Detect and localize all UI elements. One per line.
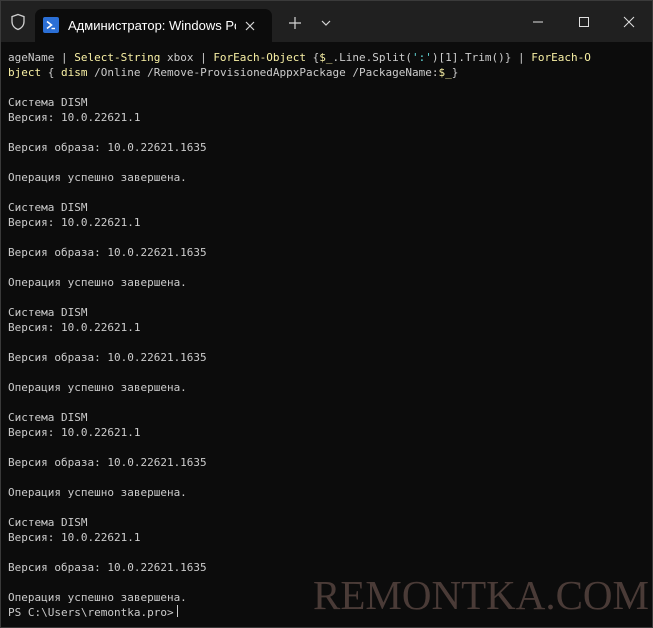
prompt-text: PS C:\Users\remontka.pro> <box>8 606 174 619</box>
shield-icon <box>10 13 26 31</box>
output-line: Версия: 10.0.22621.1 <box>8 321 141 334</box>
output-line: Система DISM <box>8 96 88 109</box>
command-line-2: bject { dism /Online /Remove-Provisioned… <box>8 66 459 79</box>
output-line: Операция успешно завершена. <box>8 381 187 394</box>
minimize-button[interactable] <box>515 1 560 42</box>
output-line: Операция успешно завершена. <box>8 276 187 289</box>
output-line: Система DISM <box>8 411 88 424</box>
output-line: Версия образа: 10.0.22621.1635 <box>8 351 207 364</box>
minimize-icon <box>533 21 543 23</box>
console-output[interactable]: ageName | Select-String xbox | ForEach-O… <box>1 42 652 627</box>
watermark: REMONTKA.COM <box>313 572 649 618</box>
prompt-line[interactable]: PS C:\Users\remontka.pro> <box>8 605 178 620</box>
maximize-icon <box>579 17 589 27</box>
output-line: Система DISM <box>8 201 88 214</box>
text-cursor <box>176 605 178 617</box>
close-button[interactable] <box>606 1 651 42</box>
output-line: Версия: 10.0.22621.1 <box>8 426 141 439</box>
output-line: Версия: 10.0.22621.1 <box>8 216 141 229</box>
close-icon[interactable] <box>241 17 259 35</box>
maximize-button[interactable] <box>561 1 606 42</box>
output-line: Версия образа: 10.0.22621.1635 <box>8 141 207 154</box>
plus-icon[interactable] <box>285 13 305 33</box>
title-bar[interactable]: Администратор: Windows PowerShell <box>1 1 652 42</box>
chevron-down-icon[interactable] <box>317 14 335 32</box>
tab-powershell[interactable]: Администратор: Windows PowerShell <box>35 9 272 42</box>
output-line: Версия образа: 10.0.22621.1635 <box>8 246 207 259</box>
output-line: Версия образа: 10.0.22621.1635 <box>8 561 207 574</box>
output-line: Система DISM <box>8 306 88 319</box>
output-line: Система DISM <box>8 516 88 529</box>
tab-title: Администратор: Windows PowerShell <box>68 18 236 33</box>
output-line: Операция успешно завершена. <box>8 591 187 604</box>
output-line: Версия образа: 10.0.22621.1635 <box>8 456 207 469</box>
output-line: Операция успешно завершена. <box>8 171 187 184</box>
command-line-1: ageName | Select-String xbox | ForEach-O… <box>8 51 591 64</box>
terminal-window: Администратор: Windows PowerShell <box>0 0 653 628</box>
close-icon <box>623 16 635 28</box>
output-line: Версия: 10.0.22621.1 <box>8 531 141 544</box>
output-line: Версия: 10.0.22621.1 <box>8 111 141 124</box>
output-line: Операция успешно завершена. <box>8 486 187 499</box>
powershell-icon <box>43 17 59 33</box>
